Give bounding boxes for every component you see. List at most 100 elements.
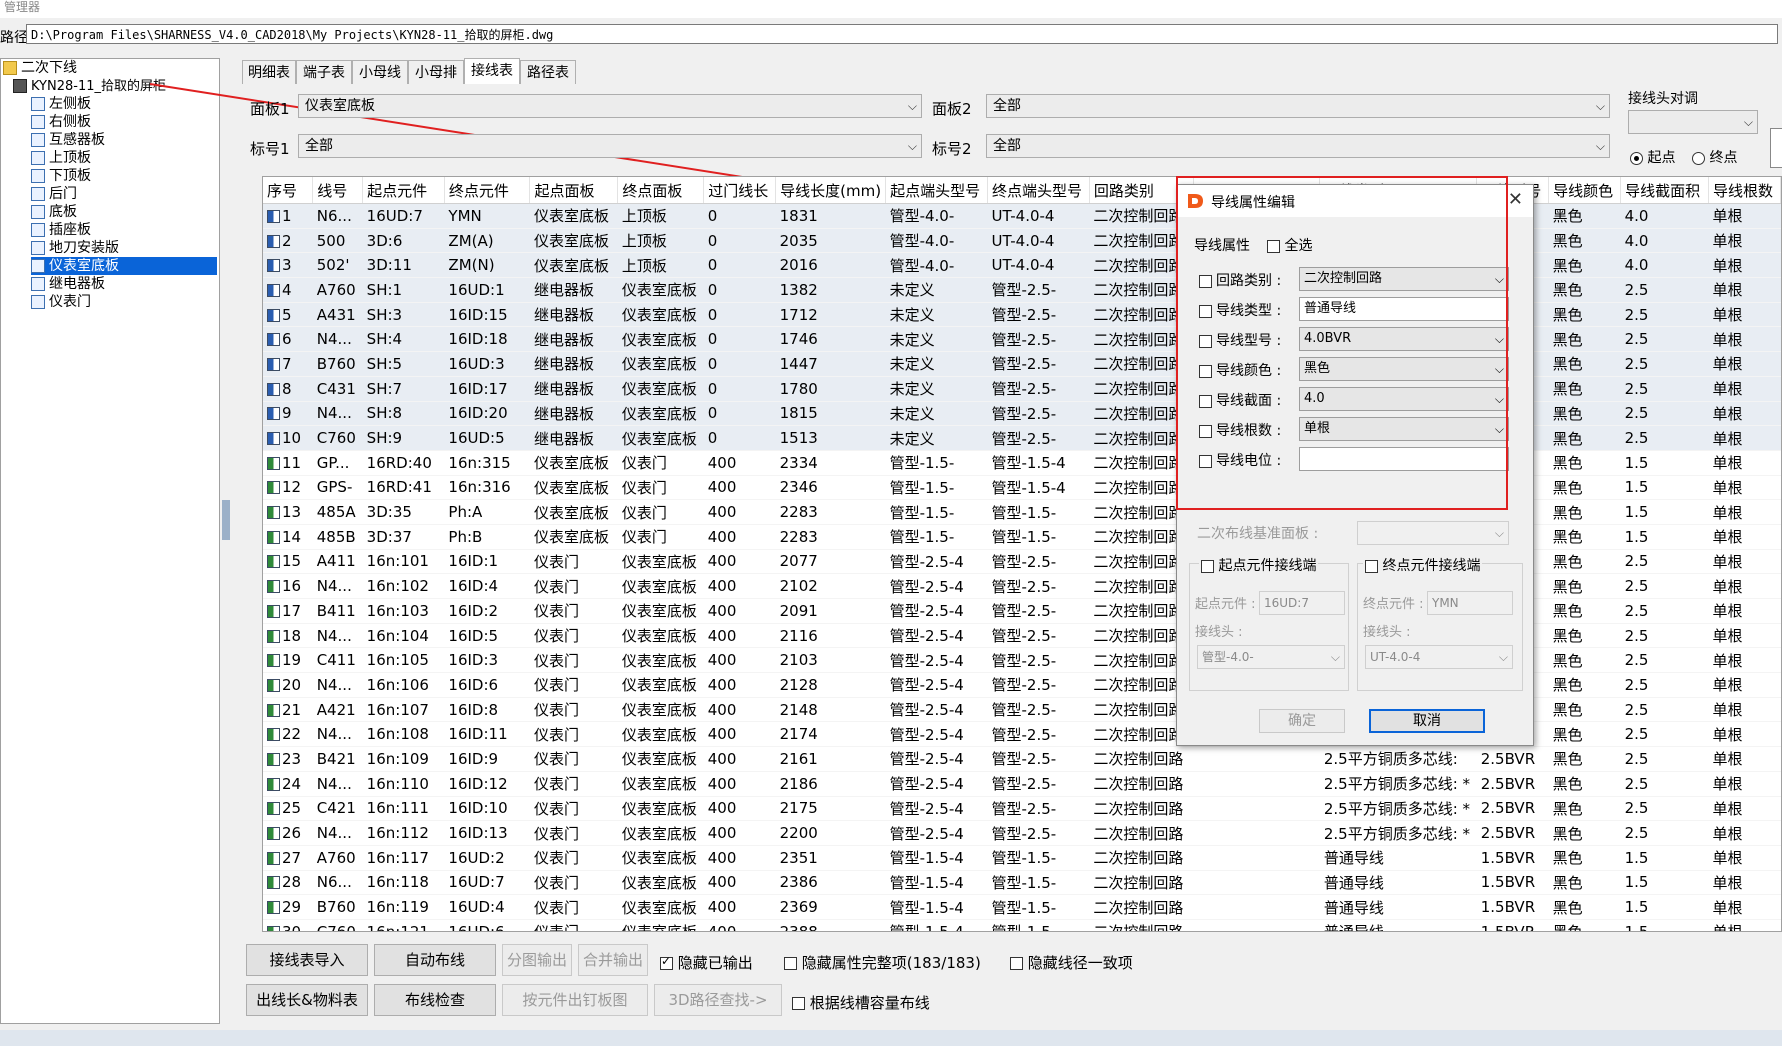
tree-item[interactable]: 仪表室底板: [31, 257, 217, 275]
by-duct-checkbox[interactable]: 根据线槽容量布线: [792, 992, 930, 1013]
ok-button[interactable]: 确定: [1259, 709, 1345, 733]
field-checkbox[interactable]: 导线类型 :: [1199, 300, 1281, 320]
start-radio[interactable]: 起点: [1630, 147, 1675, 167]
tab[interactable]: 接线表: [464, 58, 520, 84]
table-row[interactable]: 16 N4... 16n:102 16ID:4 仪表门 仪表室底板 400 2102 管型-2.…: [263, 573, 1781, 599]
column-header[interactable]: 过门线长: [703, 177, 777, 204]
table-row[interactable]: 26 N4... 16n:112 16ID:13 仪表门 仪表室底板 400 2200 管型-2…: [263, 820, 1781, 846]
column-header[interactable]: 起点端头型号: [885, 177, 988, 204]
path-3d-button[interactable]: 3D路径查找->: [654, 984, 782, 1016]
tree-item[interactable]: 后门: [31, 185, 217, 203]
field-select[interactable]: 4.0 ⌵: [1299, 387, 1509, 411]
tab[interactable]: 端子表: [296, 60, 352, 84]
table-row[interactable]: 20 N4... 16n:106 16ID:6 仪表门 仪表室底板 400 2128 管型-2.…: [263, 672, 1781, 698]
column-header[interactable]: 序号: [263, 177, 314, 204]
start-element-field[interactable]: 16UD:7: [1259, 591, 1345, 615]
table-row[interactable]: 11 GP... 16RD:40 16n:315 仪表室底板 仪表门 400 2334 管型-1…: [263, 450, 1781, 476]
cancel-button[interactable]: 取消: [1369, 709, 1485, 733]
table-row[interactable]: 25 C421 16n:111 16ID:10 仪表门 仪表室底板 400 2175 管型-2.…: [263, 796, 1781, 822]
tree-item[interactable]: 上顶板: [31, 149, 217, 167]
tab[interactable]: 小母线: [352, 60, 408, 84]
field-checkbox[interactable]: 导线根数 :: [1199, 420, 1281, 440]
column-header[interactable]: 起点元件: [362, 177, 445, 204]
table-row[interactable]: 24 N4... 16n:110 16ID:12 仪表门 仪表室底板 400 2186 管型-2…: [263, 771, 1781, 797]
hide-same-path-checkbox[interactable]: 隐藏线径一致项: [1010, 952, 1133, 973]
field-input[interactable]: 普通导线: [1299, 297, 1509, 321]
column-header[interactable]: 终点端头型号: [987, 177, 1090, 204]
field-select[interactable]: 4.0BVR ⌵: [1299, 327, 1509, 351]
length-bom-button[interactable]: 出线长&物料表: [246, 984, 368, 1016]
tree-item[interactable]: 仪表门: [31, 293, 217, 311]
end-connector-select[interactable]: UT-4.0-4 ⌵: [1365, 645, 1513, 669]
tag1-select[interactable]: 全部 ⌵: [298, 134, 922, 158]
table-row[interactable]: 10 C760 SH:9 16UD:5 继电器板 仪表室底板 0 1513 未定义 管型-2.5-…: [263, 425, 1781, 451]
field-checkbox[interactable]: 导线电位 :: [1199, 450, 1281, 470]
wiring-table[interactable]: 序号 线号 起点元件 终点元件 起点面板 终点面板 过门线长 导线长度(mm) 起点端头型号 终点…: [262, 176, 1782, 932]
tab[interactable]: 路径表: [520, 60, 576, 84]
table-row[interactable]: 21 A421 16n:107 16ID:8 仪表门 仪表室底板 400 2148 管型-2.5…: [263, 697, 1781, 723]
table-row[interactable]: 19 C411 16n:105 16ID:3 仪表门 仪表室底板 400 2103 管型-2.5…: [263, 647, 1781, 674]
table-row[interactable]: 6 N4... SH:4 16ID:18 继电器板 仪表室底板 0 1746 未定义 管型-2.5…: [263, 326, 1781, 353]
field-select[interactable]: 二次控制回路 ⌵: [1299, 267, 1509, 291]
project-tree[interactable]: 二次下线 KYN28-11_拾取的屏柜 左侧板 右侧板 互感器板 上顶板 下顶板 后门 底板…: [0, 58, 220, 1024]
field-input[interactable]: [1299, 447, 1509, 471]
table-row[interactable]: 23 B421 16n:109 16ID:9 仪表门 仪表室底板 400 2161 管型-2.5…: [263, 746, 1781, 772]
column-header[interactable]: 导线截面积: [1620, 177, 1709, 204]
column-header[interactable]: 线号: [312, 177, 364, 204]
nail-board-button[interactable]: 按元件出钉板图: [502, 984, 648, 1016]
table-row[interactable]: 8 C431 SH:7 16ID:17 继电器板 仪表室底板 0 1780 未定义 管型-2.5-…: [263, 376, 1781, 402]
field-select[interactable]: 黑色 ⌵: [1299, 357, 1509, 381]
tree-item[interactable]: 下顶板: [31, 167, 217, 185]
tree-item[interactable]: 继电器板: [31, 275, 217, 293]
merge-output-button[interactable]: 合并输出: [578, 944, 648, 976]
table-row[interactable]: 27 A760 16n:117 16UD:2 仪表门 仪表室底板 400 2351 管型-1.5…: [263, 845, 1781, 871]
close-icon[interactable]: ✕: [1508, 189, 1523, 210]
table-row[interactable]: 15 A411 16n:101 16ID:1 仪表门 仪表室底板 400 2077 管型-2.5…: [263, 549, 1781, 575]
field-select[interactable]: 单根 ⌵: [1299, 417, 1509, 441]
table-row[interactable]: 17 B411 16n:103 16ID:2 仪表门 仪表室底板 400 2091 管型-2.5…: [263, 598, 1781, 624]
start-terminal-checkbox[interactable]: 起点元件接线端: [1199, 555, 1319, 575]
table-row[interactable]: 5 A431 SH:3 16ID:15 继电器板 仪表室底板 0 1712 未定义 管型-2.5-…: [263, 302, 1781, 328]
auto-route-button[interactable]: 自动布线: [374, 944, 496, 976]
hide-output-checkbox[interactable]: 隐藏已输出: [660, 952, 753, 973]
table-row[interactable]: 22 N4... 16n:108 16ID:11 仪表门 仪表室底板 400 2174 管型-2…: [263, 721, 1781, 748]
table-row[interactable]: 14 485B 3D:37 Ph:B 仪表室底板 仪表门 400 2283 管型-1.5- 管型-…: [263, 524, 1781, 550]
hide-complete-checkbox[interactable]: 隐藏属性完整项(183/183): [784, 952, 981, 973]
tree-item[interactable]: 地刀安装版: [31, 239, 217, 257]
table-row[interactable]: 3 502' 3D:11 ZM(N) 仪表室底板 上顶板 0 2016 管型-4.0- UT-4.…: [263, 252, 1781, 279]
column-header[interactable]: 起点面板: [529, 177, 619, 204]
tab[interactable]: 小母排: [408, 60, 464, 84]
table-row[interactable]: 9 N4... SH:8 16ID:20 继电器板 仪表室底板 0 1815 未定义 管型-2.5…: [263, 401, 1781, 427]
column-header[interactable]: 导线长度(mm): [775, 177, 887, 204]
column-header[interactable]: 终点元件: [444, 177, 531, 204]
tree-item[interactable]: 右侧板: [31, 113, 217, 131]
table-row[interactable]: 7 B760 SH:5 16UD:3 继电器板 仪表室底板 0 1447 未定义 管型-2.5- 二…: [263, 351, 1781, 377]
panel1-select[interactable]: 仪表室底板 ⌵: [298, 94, 922, 118]
split-output-button[interactable]: 分图输出: [502, 944, 572, 976]
route-check-button[interactable]: 布线检查: [374, 984, 496, 1016]
end-element-field[interactable]: YMN: [1427, 591, 1513, 615]
tab[interactable]: 明细表: [242, 60, 296, 84]
table-row[interactable]: 28 N6... 16n:118 16UD:7 仪表门 仪表室底板 400 2386 管型-1.…: [263, 870, 1781, 896]
select-all-checkbox[interactable]: 全选: [1267, 235, 1312, 255]
field-checkbox[interactable]: 导线颜色 :: [1199, 360, 1281, 380]
table-row[interactable]: 29 B760 16n:119 16UD:4 仪表门 仪表室底板 400 2369 管型-1.5…: [263, 894, 1781, 920]
table-row[interactable]: 2 500 3D:6 ZM(A) 仪表室底板 上顶板 0 2035 管型-4.0- UT-4.0-…: [263, 228, 1781, 254]
side-button[interactable]: [1770, 128, 1782, 168]
start-connector-select[interactable]: 管型-4.0- ⌵: [1197, 645, 1345, 669]
table-row[interactable]: 30C76016n:12116UD:6仪表门仪表室底板4002388管型-1.5…: [263, 919, 1781, 931]
table-row[interactable]: 4 A760 SH:1 16UD:1 继电器板 仪表室底板 0 1382 未定义 管型-2.5- 二…: [263, 277, 1781, 303]
panel-splitter[interactable]: [222, 500, 230, 540]
tag2-select[interactable]: 全部 ⌵: [986, 134, 1610, 158]
tree-root[interactable]: 二次下线: [3, 59, 77, 77]
table-row[interactable]: 13 485A 3D:35 Ph:A 仪表室底板 仪表门 400 2283 管型-1.5- 管型-…: [263, 499, 1781, 525]
tree-project[interactable]: KYN28-11_拾取的屏柜: [13, 77, 166, 95]
column-header[interactable]: 终点面板: [617, 177, 705, 204]
field-checkbox[interactable]: 导线型号 :: [1199, 330, 1281, 350]
tree-item[interactable]: 互感器板: [31, 131, 217, 149]
end-terminal-checkbox[interactable]: 终点元件接线端: [1363, 555, 1483, 575]
table-row[interactable]: 1 N6... 16UD:7 YMN 仪表室底板 上顶板 0 1831 管型-4.0- UT-4.…: [263, 203, 1781, 229]
panel2-select[interactable]: 全部 ⌵: [986, 94, 1610, 118]
field-checkbox[interactable]: 导线截面 :: [1199, 390, 1281, 410]
ref-panel-select[interactable]: ⌵: [1357, 521, 1509, 545]
